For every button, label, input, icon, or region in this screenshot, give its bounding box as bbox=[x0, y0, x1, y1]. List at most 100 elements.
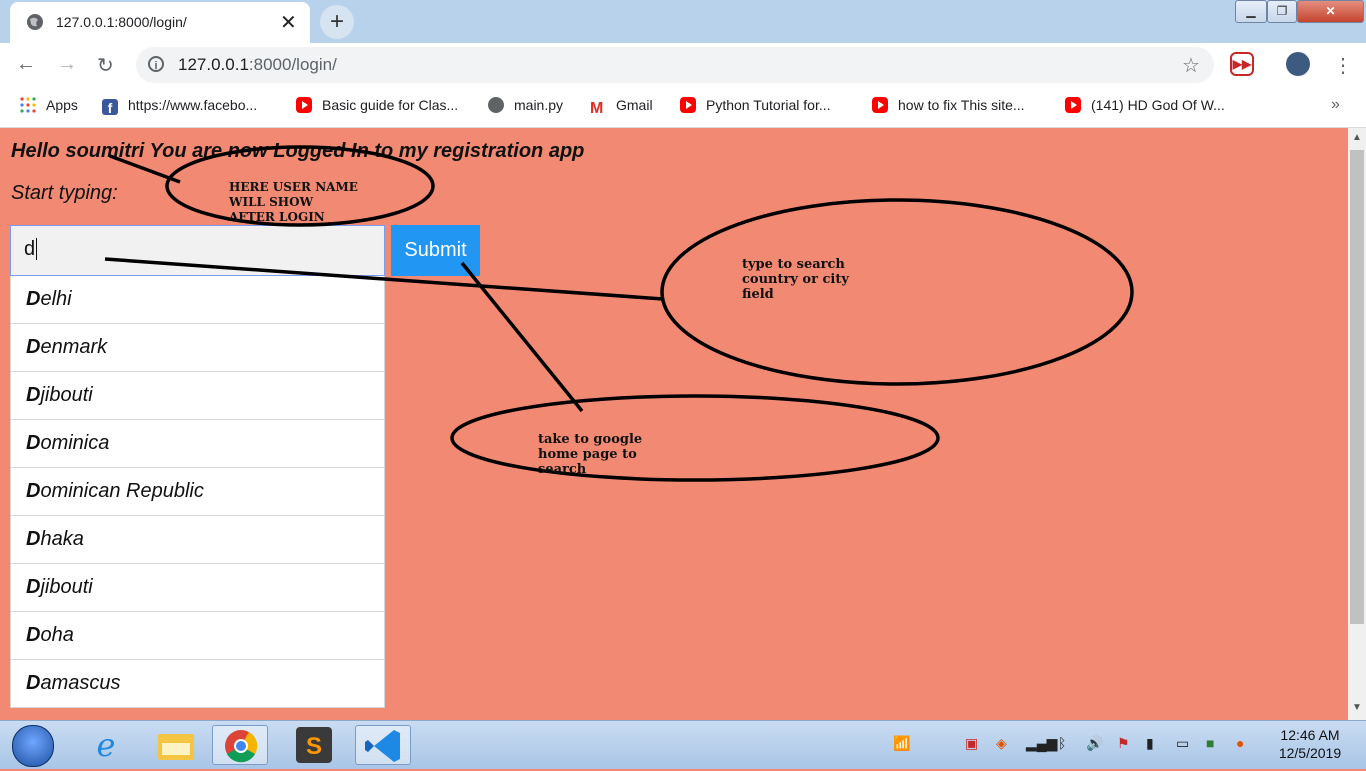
windows-taskbar: e S 📶 ▣ ◈ ▂▄▆ ᛒ 🔊 ⚑ ▮ ▭ ■ ● 12:46 AM 12/… bbox=[0, 720, 1366, 769]
apps-icon bbox=[20, 97, 36, 113]
bookmark-hd-god-of-war[interactable]: (141) HD God Of W... bbox=[1065, 97, 1225, 113]
bookmark-label: main.py bbox=[514, 97, 564, 113]
browser-tab[interactable]: 127.0.0.1:8000/login/ ✕ bbox=[10, 2, 310, 43]
internet-explorer-icon[interactable]: e bbox=[78, 725, 134, 765]
suggestion-rest: ominica bbox=[40, 432, 110, 454]
bookmark-label: https://www.facebo... bbox=[128, 97, 258, 113]
suggestion-match: D bbox=[26, 576, 41, 598]
bookmark-python-tutorial[interactable]: Python Tutorial for... bbox=[680, 97, 831, 113]
new-tab-button[interactable]: + bbox=[320, 5, 354, 39]
bookmark-label: Apps bbox=[46, 97, 78, 113]
bookmarks-overflow-icon[interactable]: » bbox=[1331, 96, 1340, 114]
bluetooth-icon[interactable]: ᛒ bbox=[1058, 735, 1066, 751]
greeting-heading: Hello soumitri You are now Logged In to … bbox=[11, 140, 585, 162]
internet-explorer-glyph: e bbox=[97, 726, 116, 764]
action-center-icon[interactable]: ⚑ bbox=[1117, 735, 1130, 752]
suggestion-item[interactable]: Dominica bbox=[10, 420, 385, 468]
extension-icon[interactable]: ▶▶ bbox=[1230, 52, 1254, 76]
start-button[interactable] bbox=[12, 725, 54, 767]
bookmark-basic-guide[interactable]: Basic guide for Clas... bbox=[296, 97, 458, 113]
suggestion-item[interactable]: Denmark bbox=[10, 324, 385, 372]
scroll-down-icon[interactable]: ▼ bbox=[1352, 702, 1362, 713]
bookmark-how-to-fix[interactable]: how to fix This site... bbox=[872, 97, 1025, 113]
annotation-ellipse-google bbox=[450, 394, 940, 482]
chrome-icon bbox=[225, 730, 258, 763]
browser-title-bar: 127.0.0.1:8000/login/ ✕ + ▁ ❐ ✕ bbox=[0, 0, 1366, 43]
submit-button[interactable]: Submit bbox=[391, 225, 480, 276]
suggestion-rest: amascus bbox=[40, 672, 121, 694]
suggestion-item[interactable]: Djibouti bbox=[10, 564, 385, 612]
bookmark-facebook[interactable]: f https://www.facebo... bbox=[102, 97, 258, 116]
network-icon[interactable]: 📶 bbox=[893, 735, 910, 752]
search-input[interactable]: d bbox=[10, 225, 385, 276]
suggestion-match: D bbox=[26, 288, 41, 310]
window-controls: ▁ ❐ ✕ bbox=[1235, 0, 1366, 23]
page-scrollbar[interactable]: ▲ ▼ bbox=[1348, 128, 1366, 720]
back-arrow-icon[interactable]: ← bbox=[16, 53, 36, 76]
signal-icon[interactable]: ▂▄▆ bbox=[1026, 735, 1057, 752]
url-host: 127.0.0.1 bbox=[178, 55, 249, 74]
svg-text:S: S bbox=[306, 733, 322, 760]
page-content: Hello soumitri You are now Logged In to … bbox=[0, 128, 1348, 720]
bookmark-apps[interactable]: Apps bbox=[20, 97, 78, 113]
vscode-taskbar-icon[interactable] bbox=[355, 725, 411, 765]
bookmark-label: Basic guide for Clas... bbox=[322, 97, 459, 113]
youtube-icon bbox=[296, 97, 312, 113]
start-typing-label: Start typing: bbox=[11, 182, 118, 204]
suggestion-item[interactable]: Dominican Republic bbox=[10, 468, 385, 516]
address-bar[interactable]: i 127.0.0.1:8000/login/ ☆ bbox=[136, 47, 1214, 83]
updater-tray-icon[interactable]: ● bbox=[1236, 735, 1244, 751]
forward-arrow-icon[interactable]: → bbox=[57, 53, 77, 76]
suggestion-item[interactable]: Delhi bbox=[10, 276, 385, 324]
minimize-button[interactable]: ▁ bbox=[1235, 0, 1267, 23]
system-clock[interactable]: 12:46 AM 12/5/2019 bbox=[1268, 726, 1352, 762]
bookmark-main-py[interactable]: main.py bbox=[488, 97, 563, 113]
tab-title: 127.0.0.1:8000/login/ bbox=[56, 14, 187, 30]
suggestion-match: D bbox=[26, 672, 41, 694]
close-window-button[interactable]: ✕ bbox=[1297, 0, 1364, 23]
annotation-line: field bbox=[742, 287, 774, 302]
globe-icon bbox=[488, 97, 504, 113]
youtube-icon bbox=[1065, 97, 1081, 113]
pdf-icon[interactable]: ▣ bbox=[965, 735, 978, 752]
suggestion-rest: jibouti bbox=[40, 384, 93, 406]
url-text[interactable]: 127.0.0.1:8000/login/ bbox=[178, 55, 337, 75]
tab-close-icon[interactable]: ✕ bbox=[280, 10, 297, 35]
restore-button[interactable]: ❐ bbox=[1267, 0, 1297, 23]
suggestion-rest: enmark bbox=[40, 336, 108, 358]
globe-icon bbox=[27, 14, 43, 30]
display-icon[interactable]: ▭ bbox=[1176, 735, 1189, 752]
reload-icon[interactable]: ↻ bbox=[97, 53, 114, 78]
bookmark-label: (141) HD God Of W... bbox=[1091, 97, 1225, 113]
suggestion-rest: jibouti bbox=[40, 576, 93, 598]
chrome-taskbar-icon[interactable] bbox=[212, 725, 268, 765]
app-tray-icon[interactable]: ■ bbox=[1206, 735, 1214, 751]
suggestion-item[interactable]: Damascus bbox=[10, 660, 385, 708]
annotation-line: country or city bbox=[742, 272, 849, 287]
bookmark-star-icon[interactable]: ☆ bbox=[1182, 53, 1200, 78]
annotation-line: home page to bbox=[538, 447, 637, 462]
file-explorer-icon[interactable] bbox=[148, 725, 204, 765]
suggestion-match: D bbox=[26, 432, 41, 454]
java-icon[interactable]: ◈ bbox=[996, 735, 1007, 752]
suggestion-item[interactable]: Dhaka bbox=[10, 516, 385, 564]
facebook-icon: f bbox=[102, 99, 118, 116]
menu-kebab-icon[interactable]: ⋮ bbox=[1333, 53, 1353, 78]
bookmark-gmail[interactable]: M Gmail bbox=[590, 97, 653, 117]
navigation-bar: ← → ↻ i 127.0.0.1:8000/login/ ☆ bbox=[0, 43, 1366, 87]
annotation-line-google bbox=[460, 261, 584, 413]
suggestion-match: D bbox=[26, 384, 41, 406]
profile-avatar[interactable] bbox=[1286, 52, 1310, 76]
bookmark-label: how to fix This site... bbox=[898, 97, 1025, 113]
sublime-text-icon[interactable]: S bbox=[286, 725, 342, 765]
clock-date: 12/5/2019 bbox=[1278, 745, 1342, 761]
scrollbar-thumb[interactable] bbox=[1350, 150, 1364, 624]
battery-icon[interactable]: ▮ bbox=[1146, 735, 1154, 752]
suggestion-item[interactable]: Djibouti bbox=[10, 372, 385, 420]
suggestion-item[interactable]: Doha bbox=[10, 612, 385, 660]
volume-icon[interactable]: 🔊 bbox=[1086, 735, 1103, 752]
info-icon[interactable]: i bbox=[148, 56, 164, 72]
scroll-up-icon[interactable]: ▲ bbox=[1352, 132, 1362, 143]
bookmark-label: Python Tutorial for... bbox=[706, 97, 831, 113]
search-input-value: d bbox=[24, 238, 36, 260]
